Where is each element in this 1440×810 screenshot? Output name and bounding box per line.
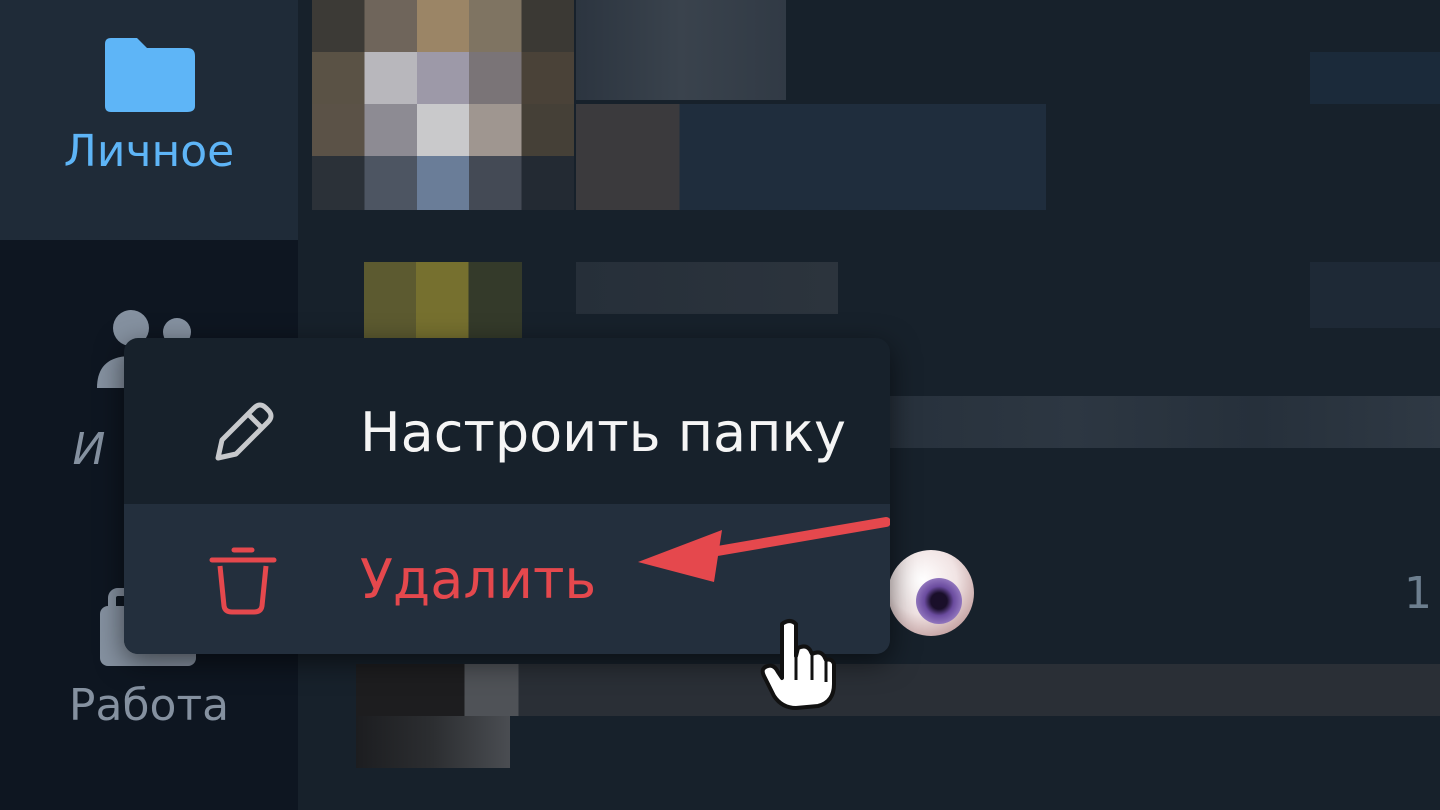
folder-personal[interactable]: Личное <box>0 0 298 240</box>
chat-preview-blur <box>890 396 1440 448</box>
menu-item-edit-folder[interactable]: Настроить папку <box>124 358 890 506</box>
folder-label-work: Работа <box>68 680 230 731</box>
trash-icon <box>209 547 277 615</box>
folder-icon <box>105 38 195 112</box>
chat-time-blur <box>1310 52 1440 104</box>
menu-label-edit-folder: Настроить папку <box>360 400 846 464</box>
eye-emoji <box>888 550 974 636</box>
chat-time: 1 <box>1404 568 1432 619</box>
chat-title-blur <box>576 262 838 314</box>
hand-cursor-icon <box>760 619 836 710</box>
pencil-icon <box>215 402 274 461</box>
chat-title-blur <box>576 0 786 100</box>
folder-label-partial: И <box>72 424 106 475</box>
avatar[interactable] <box>312 0 574 210</box>
menu-label-delete: Удалить <box>360 547 597 611</box>
chat-preview-blur <box>356 664 1440 716</box>
chat-time-blur <box>1310 262 1440 328</box>
avatar[interactable] <box>364 262 522 338</box>
folder-context-menu: Настроить папку Удалить <box>124 338 890 654</box>
chat-preview-blur <box>576 104 1046 210</box>
chat-preview-blur <box>356 716 510 768</box>
annotation-arrow-icon <box>638 517 890 582</box>
folder-label-personal: Личное <box>63 126 235 177</box>
